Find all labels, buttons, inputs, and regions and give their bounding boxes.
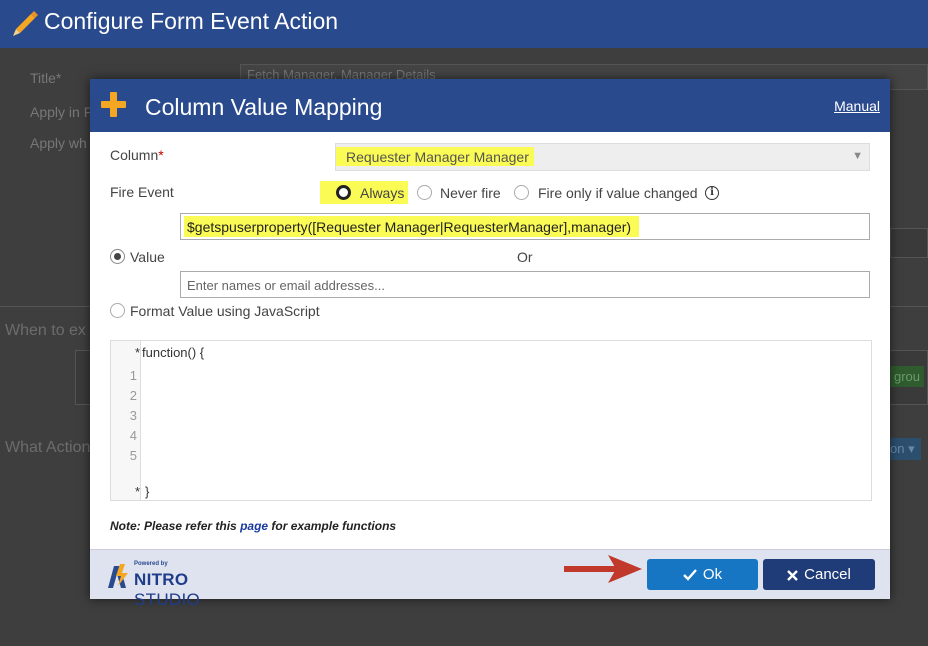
line-number: 3 [129, 408, 137, 423]
column-value-mapping-dialog: Column Value Mapping Manual Column* Requ… [90, 79, 890, 609]
dialog-title: Column Value Mapping [145, 94, 383, 120]
line-number: 5 [129, 448, 137, 463]
required-mark: * [158, 147, 164, 163]
bg-apply-when-label: Apply wh [30, 135, 87, 151]
plus-icon [101, 92, 126, 117]
code-first-line: function() { [142, 345, 205, 360]
nitro-studio-logo: Powered by NITRO STUDIO [106, 560, 256, 609]
nitro-logo-icon [108, 564, 128, 588]
info-icon[interactable]: i [705, 186, 719, 200]
bg-box [890, 228, 928, 258]
dialog-footer: Powered by NITRO STUDIO Ok Cancel [90, 549, 890, 609]
column-select-value: Requester Manager Manager [336, 147, 534, 166]
or-separator: Or [517, 249, 533, 265]
bg-group-button: grou [890, 366, 925, 387]
dialog-header: Column Value Mapping Manual [90, 79, 890, 132]
fire-if-changed-radio[interactable] [514, 185, 529, 200]
line-number: 4 [129, 428, 137, 443]
fire-if-changed-label: Fire only if value changed [538, 185, 698, 201]
code-editor[interactable]: * function() { 1 2 3 4 5 * } [110, 340, 872, 501]
x-icon [787, 570, 798, 581]
code-header-marker: * [135, 345, 141, 360]
format-js-label: Format Value using JavaScript [130, 303, 320, 319]
line-number: 1 [129, 368, 137, 383]
column-select[interactable]: Requester Manager Manager ▼ [335, 143, 870, 171]
cancel-button[interactable]: Cancel [763, 559, 875, 590]
pencil-icon [13, 11, 38, 36]
expression-value: $getspuserproperty([Requester Manager|Re… [184, 216, 640, 237]
fire-always-label: Always [360, 185, 405, 201]
bg-what-section: What Action [5, 439, 91, 456]
value-label: Value [130, 249, 165, 265]
fire-never-radio[interactable] [417, 185, 432, 200]
code-last-line: } [145, 484, 150, 499]
checkmark-icon [683, 569, 697, 581]
app-header: Configure Form Event Action [0, 0, 928, 48]
bg-apply-in-label: Apply in F [30, 104, 93, 120]
expression-input[interactable]: $getspuserproperty([Requester Manager|Re… [180, 213, 870, 240]
format-js-radio[interactable] [110, 303, 125, 318]
people-placeholder: Enter names or email addresses... [187, 278, 385, 293]
people-picker-input[interactable]: Enter names or email addresses... [180, 271, 870, 298]
arrow-icon [564, 555, 642, 583]
brand-name: NITRO STUDIO [134, 570, 201, 609]
page-title: Configure Form Event Action [44, 8, 339, 34]
powered-by-text: Powered by [134, 561, 168, 567]
fire-always-radio[interactable] [336, 185, 351, 200]
line-number: 2 [129, 388, 137, 403]
code-footer-marker: * [135, 484, 141, 499]
fire-event-label: Fire Event [110, 184, 174, 200]
chevron-down-icon: ▼ [852, 150, 863, 162]
value-radio[interactable] [110, 249, 125, 264]
column-label: Column* [110, 147, 164, 163]
note-text: Note: Please refer this page for example… [110, 519, 397, 533]
manual-link[interactable]: Manual [834, 98, 880, 114]
example-functions-link[interactable]: page [240, 519, 268, 533]
ok-button[interactable]: Ok [647, 559, 758, 590]
bg-when-section: When to ex [5, 322, 86, 339]
fire-never-label: Never fire [440, 185, 501, 201]
bg-title-label: Title* [30, 70, 62, 86]
